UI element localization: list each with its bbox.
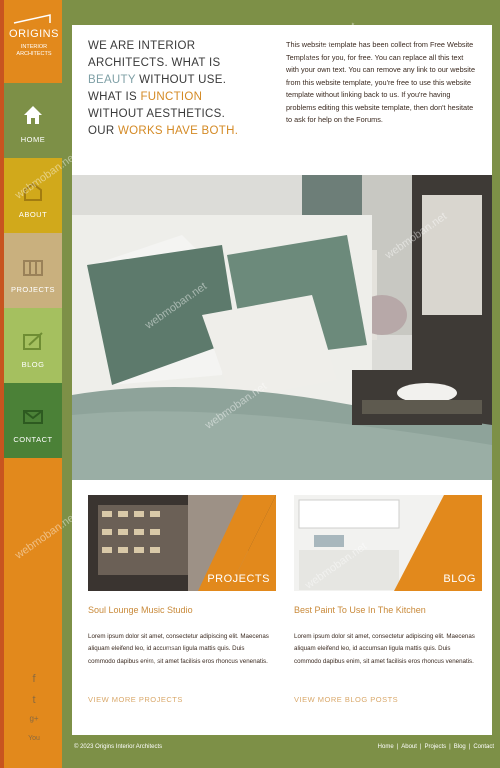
hero-image xyxy=(72,175,492,480)
blog-card-label: BLOG xyxy=(443,573,476,585)
projects-card-label: PROJECTS xyxy=(207,573,270,585)
nav-about-label: ABOUT xyxy=(18,210,48,219)
nav-home[interactable]: HOME xyxy=(4,83,62,158)
nav-about[interactable]: ABOUT xyxy=(4,158,62,233)
headline: WE ARE INTERIOR ARCHITECTS. WHAT IS BEAU… xyxy=(88,38,278,140)
logo-sub: INTERIOR ARCHITECTS xyxy=(16,44,52,57)
nav-contact[interactable]: CONTACT xyxy=(4,383,62,458)
headline-line3: BEAUTY WITHOUT USE. xyxy=(88,72,278,89)
blog-card-text: Lorem ipsum dolor sit amet, consectetur … xyxy=(294,633,475,665)
headline-line5: WITHOUT AESTHETICS. xyxy=(88,108,226,120)
twitter-icon[interactable]: t xyxy=(24,694,44,706)
googleplus-icon[interactable]: g+ xyxy=(24,714,44,723)
footer-link-home[interactable]: Home xyxy=(378,744,394,750)
blog-card-title[interactable]: Best Paint To Use In The Kitchen xyxy=(294,605,426,615)
main-content: WE ARE INTERIOR ARCHITECTS. WHAT IS BEAU… xyxy=(72,25,492,735)
footer-link-blog[interactable]: Blog xyxy=(454,744,466,750)
blog-card-image[interactable]: BLOG xyxy=(294,495,482,591)
headline-line2: ARCHITECTS. WHAT IS xyxy=(88,57,221,69)
headline-beauty: BEAUTY xyxy=(88,74,136,86)
projects-icon xyxy=(23,260,43,276)
headline-line3-rest: WITHOUT USE. xyxy=(135,74,227,86)
youtube-icon[interactable]: You xyxy=(24,735,44,742)
facebook-icon[interactable]: f xyxy=(24,673,44,685)
intro-text: This website template has been collect f… xyxy=(286,40,476,124)
hero-bedroom-illustration xyxy=(72,175,492,480)
headline-line4-start: WHAT IS xyxy=(88,91,141,103)
footer-link-about[interactable]: About xyxy=(401,744,417,750)
headline-line6: OUR WORKS HAVE BOTH. xyxy=(88,123,278,140)
projects-card-title[interactable]: Soul Lounge Music Studio xyxy=(88,605,193,615)
headline-function: FUNCTION xyxy=(140,91,203,103)
nav-projects-label: PROJECTS xyxy=(10,285,55,294)
blog-icon xyxy=(23,332,43,350)
nav-blog[interactable]: BLOG xyxy=(4,308,62,383)
headline-works: WORKS HAVE BOTH. xyxy=(117,125,239,137)
about-icon xyxy=(24,182,42,201)
headline-line1: WE ARE INTERIOR xyxy=(88,40,196,52)
nav-blog-label: BLOG xyxy=(21,360,45,369)
footer-nav: Home | About | Projects | Blog | Contact xyxy=(377,744,494,750)
headline-line4: WHAT IS FUNCTION xyxy=(88,89,278,106)
footer-copyright: © 2023 Origins Interior Architects xyxy=(74,744,163,750)
projects-card-text: Lorem ipsum dolor sit amet, consectetur … xyxy=(88,633,269,665)
logo[interactable]: ORIGINS INTERIOR ARCHITECTS xyxy=(4,0,62,83)
logo-roof-icon xyxy=(13,14,51,24)
nav-projects[interactable]: PROJECTS xyxy=(4,233,62,308)
headline-line6-start: OUR xyxy=(88,125,118,137)
house-icon xyxy=(24,106,42,124)
contact-icon xyxy=(23,410,43,424)
footer-link-projects[interactable]: Projects xyxy=(424,744,446,750)
view-more-blog-link[interactable]: VIEW MORE BLOG POSTS xyxy=(294,695,398,704)
projects-card-image[interactable]: PROJECTS xyxy=(88,495,276,591)
footer-link-contact[interactable]: Contact xyxy=(473,744,494,750)
nav-home-label: HOME xyxy=(20,135,46,144)
view-more-projects-link[interactable]: VIEW MORE PROJECTS xyxy=(88,695,183,704)
nav-contact-label: CONTACT xyxy=(13,435,53,444)
logo-name: ORIGINS xyxy=(9,28,59,40)
